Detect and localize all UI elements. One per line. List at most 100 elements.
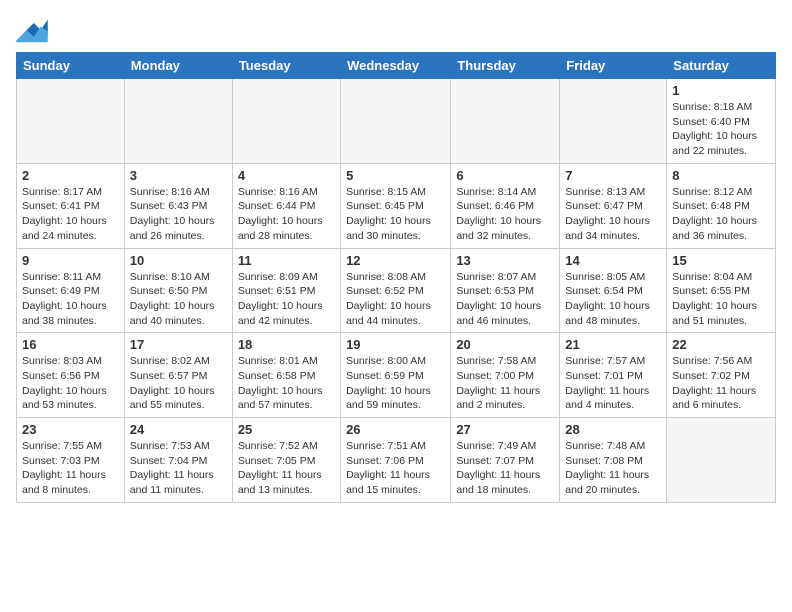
calendar-container: SundayMondayTuesdayWednesdayThursdayFrid…	[0, 0, 792, 511]
day-number: 2	[22, 168, 119, 183]
day-cell	[451, 79, 560, 164]
day-number: 4	[238, 168, 335, 183]
day-info: Sunrise: 8:09 AMSunset: 6:51 PMDaylight:…	[238, 270, 335, 329]
weekday-header-friday: Friday	[560, 53, 667, 79]
day-number: 13	[456, 253, 554, 268]
day-cell: 4 Sunrise: 8:16 AMSunset: 6:44 PMDaylight…	[232, 163, 340, 248]
day-number: 18	[238, 337, 335, 352]
day-cell: 26 Sunrise: 7:51 AMSunset: 7:06 PMDayligh…	[341, 418, 451, 503]
day-number: 27	[456, 422, 554, 437]
day-info: Sunrise: 7:55 AMSunset: 7:03 PMDaylight:…	[22, 439, 119, 498]
day-info: Sunrise: 8:04 AMSunset: 6:55 PMDaylight:…	[672, 270, 770, 329]
day-number: 20	[456, 337, 554, 352]
day-info: Sunrise: 7:57 AMSunset: 7:01 PMDaylight:…	[565, 354, 661, 413]
day-info: Sunrise: 7:56 AMSunset: 7:02 PMDaylight:…	[672, 354, 770, 413]
day-number: 28	[565, 422, 661, 437]
day-number: 12	[346, 253, 445, 268]
day-info: Sunrise: 8:10 AMSunset: 6:50 PMDaylight:…	[130, 270, 227, 329]
day-cell: 9Sunrise: 8:11 AMSunset: 6:49 PMDaylight…	[17, 248, 125, 333]
day-info: Sunrise: 8:00 AMSunset: 6:59 PMDaylight:…	[346, 354, 445, 413]
day-info: Sunrise: 8:14 AMSunset: 6:46 PMDaylight:…	[456, 185, 554, 244]
day-number: 26	[346, 422, 445, 437]
day-number: 22	[672, 337, 770, 352]
day-cell: 15 Sunrise: 8:04 AMSunset: 6:55 PMDayligh…	[667, 248, 776, 333]
weekday-header-sunday: Sunday	[17, 53, 125, 79]
day-info: Sunrise: 8:13 AMSunset: 6:47 PMDaylight:…	[565, 185, 661, 244]
day-cell: 27 Sunrise: 7:49 AMSunset: 7:07 PMDayligh…	[451, 418, 560, 503]
day-cell: 6 Sunrise: 8:14 AMSunset: 6:46 PMDaylight…	[451, 163, 560, 248]
logo-bird-icon	[16, 16, 48, 44]
day-info: Sunrise: 7:49 AMSunset: 7:07 PMDaylight:…	[456, 439, 554, 498]
day-cell: 18 Sunrise: 8:01 AMSunset: 6:58 PMDayligh…	[232, 333, 340, 418]
day-number: 14	[565, 253, 661, 268]
day-cell: 22 Sunrise: 7:56 AMSunset: 7:02 PMDayligh…	[667, 333, 776, 418]
day-cell: 13 Sunrise: 8:07 AMSunset: 6:53 PMDayligh…	[451, 248, 560, 333]
day-number: 23	[22, 422, 119, 437]
day-cell: 25 Sunrise: 7:52 AMSunset: 7:05 PMDayligh…	[232, 418, 340, 503]
day-info: Sunrise: 8:07 AMSunset: 6:53 PMDaylight:…	[456, 270, 554, 329]
day-cell: 23 Sunrise: 7:55 AMSunset: 7:03 PMDayligh…	[17, 418, 125, 503]
week-row-3: 16Sunrise: 8:03 AMSunset: 6:56 PMDayligh…	[17, 333, 776, 418]
calendar-table: SundayMondayTuesdayWednesdayThursdayFrid…	[16, 52, 776, 503]
day-info: Sunrise: 7:48 AMSunset: 7:08 PMDaylight:…	[565, 439, 661, 498]
day-cell: 8Sunrise: 8:12 AMSunset: 6:48 PMDaylight…	[667, 163, 776, 248]
day-info: Sunrise: 7:51 AMSunset: 7:06 PMDaylight:…	[346, 439, 445, 498]
day-info: Sunrise: 8:16 AMSunset: 6:44 PMDaylight:…	[238, 185, 335, 244]
week-row-1: 2 Sunrise: 8:17 AMSunset: 6:41 PMDaylight…	[17, 163, 776, 248]
day-number: 9	[22, 253, 119, 268]
weekday-header-row: SundayMondayTuesdayWednesdayThursdayFrid…	[17, 53, 776, 79]
day-info: Sunrise: 7:52 AMSunset: 7:05 PMDaylight:…	[238, 439, 335, 498]
day-number: 15	[672, 253, 770, 268]
day-cell: 5 Sunrise: 8:15 AMSunset: 6:45 PMDaylight…	[341, 163, 451, 248]
weekday-header-wednesday: Wednesday	[341, 53, 451, 79]
day-number: 17	[130, 337, 227, 352]
day-cell	[667, 418, 776, 503]
logo	[16, 16, 52, 44]
day-cell: 12 Sunrise: 8:08 AMSunset: 6:52 PMDayligh…	[341, 248, 451, 333]
day-info: Sunrise: 8:18 AMSunset: 6:40 PMDaylight:…	[672, 100, 770, 159]
weekday-header-monday: Monday	[124, 53, 232, 79]
weekday-header-saturday: Saturday	[667, 53, 776, 79]
day-cell	[560, 79, 667, 164]
weekday-header-tuesday: Tuesday	[232, 53, 340, 79]
header	[16, 16, 776, 44]
day-cell: 24 Sunrise: 7:53 AMSunset: 7:04 PMDayligh…	[124, 418, 232, 503]
day-info: Sunrise: 8:05 AMSunset: 6:54 PMDaylight:…	[565, 270, 661, 329]
day-number: 19	[346, 337, 445, 352]
week-row-0: 1Sunrise: 8:18 AMSunset: 6:40 PMDaylight…	[17, 79, 776, 164]
day-cell	[341, 79, 451, 164]
week-row-4: 23 Sunrise: 7:55 AMSunset: 7:03 PMDayligh…	[17, 418, 776, 503]
day-number: 11	[238, 253, 335, 268]
day-info: Sunrise: 8:02 AMSunset: 6:57 PMDaylight:…	[130, 354, 227, 413]
day-info: Sunrise: 8:17 AMSunset: 6:41 PMDaylight:…	[22, 185, 119, 244]
day-info: Sunrise: 8:12 AMSunset: 6:48 PMDaylight:…	[672, 185, 770, 244]
day-number: 24	[130, 422, 227, 437]
day-cell: 20 Sunrise: 7:58 AMSunset: 7:00 PMDayligh…	[451, 333, 560, 418]
day-info: Sunrise: 8:15 AMSunset: 6:45 PMDaylight:…	[346, 185, 445, 244]
day-cell	[124, 79, 232, 164]
day-cell: 1Sunrise: 8:18 AMSunset: 6:40 PMDaylight…	[667, 79, 776, 164]
day-number: 25	[238, 422, 335, 437]
day-number: 10	[130, 253, 227, 268]
day-cell: 7 Sunrise: 8:13 AMSunset: 6:47 PMDaylight…	[560, 163, 667, 248]
day-cell: 21 Sunrise: 7:57 AMSunset: 7:01 PMDayligh…	[560, 333, 667, 418]
day-cell: 10 Sunrise: 8:10 AMSunset: 6:50 PMDayligh…	[124, 248, 232, 333]
day-number: 7	[565, 168, 661, 183]
day-cell: 2 Sunrise: 8:17 AMSunset: 6:41 PMDaylight…	[17, 163, 125, 248]
day-number: 6	[456, 168, 554, 183]
day-number: 5	[346, 168, 445, 183]
day-number: 3	[130, 168, 227, 183]
day-info: Sunrise: 7:53 AMSunset: 7:04 PMDaylight:…	[130, 439, 227, 498]
day-info: Sunrise: 8:01 AMSunset: 6:58 PMDaylight:…	[238, 354, 335, 413]
day-info: Sunrise: 7:58 AMSunset: 7:00 PMDaylight:…	[456, 354, 554, 413]
day-number: 21	[565, 337, 661, 352]
day-cell: 3 Sunrise: 8:16 AMSunset: 6:43 PMDaylight…	[124, 163, 232, 248]
day-info: Sunrise: 8:08 AMSunset: 6:52 PMDaylight:…	[346, 270, 445, 329]
day-cell: 28 Sunrise: 7:48 AMSunset: 7:08 PMDayligh…	[560, 418, 667, 503]
day-cell: 17 Sunrise: 8:02 AMSunset: 6:57 PMDayligh…	[124, 333, 232, 418]
day-cell	[17, 79, 125, 164]
day-info: Sunrise: 8:03 AMSunset: 6:56 PMDaylight:…	[22, 354, 119, 413]
day-info: Sunrise: 8:16 AMSunset: 6:43 PMDaylight:…	[130, 185, 227, 244]
day-cell: 11 Sunrise: 8:09 AMSunset: 6:51 PMDayligh…	[232, 248, 340, 333]
day-cell	[232, 79, 340, 164]
